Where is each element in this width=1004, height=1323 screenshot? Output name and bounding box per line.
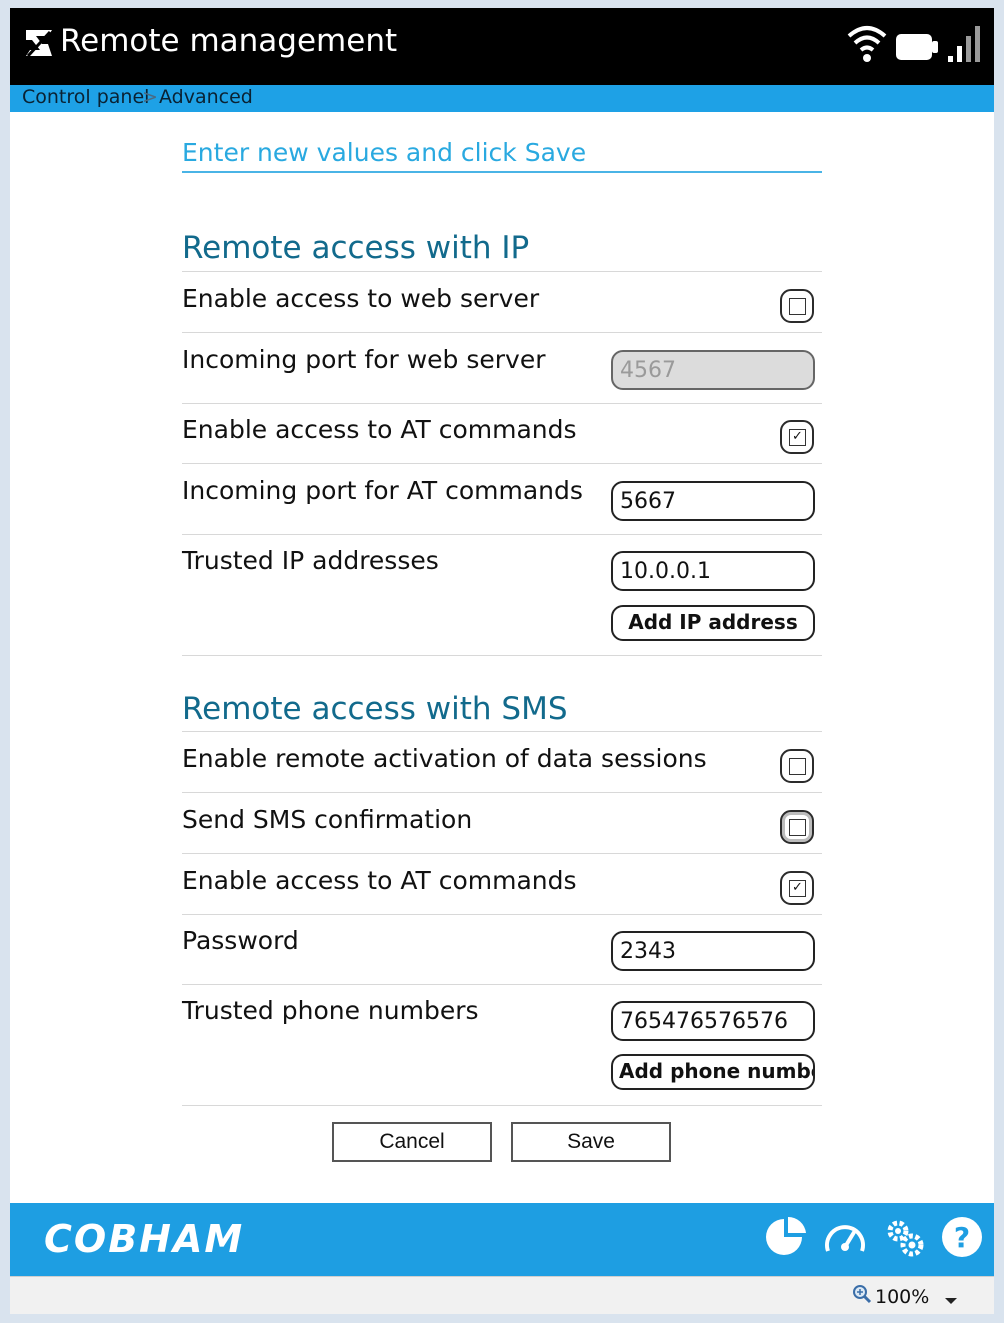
checkmark-icon: ✓ [789, 429, 806, 446]
wifi-icon [846, 22, 888, 68]
trusted-ip-input[interactable]: 10.0.0.1 [611, 551, 815, 591]
sms-confirm-checkbox[interactable] [780, 810, 814, 844]
web-port-input[interactable]: 4567 [611, 350, 815, 390]
breadcrumb-control-panel[interactable]: Control panel [22, 86, 149, 108]
checkbox-box [789, 758, 806, 775]
divider [182, 463, 822, 464]
status-bar: 100% [10, 1276, 994, 1314]
speedometer-icon[interactable] [822, 1215, 868, 1263]
divider [182, 1105, 822, 1106]
enable-at-ip-checkbox[interactable]: ✓ [780, 420, 814, 454]
trusted-phone-input[interactable]: 765476576576 [611, 1001, 815, 1041]
add-ip-address-button[interactable]: Add IP address [611, 605, 815, 641]
cancel-button[interactable]: Cancel [332, 1122, 492, 1162]
settings-icon[interactable] [882, 1215, 926, 1263]
footer-icons: ? [764, 1215, 984, 1263]
at-port-input[interactable]: 5667 [611, 481, 815, 521]
save-button[interactable]: Save [511, 1122, 671, 1162]
password-label: Password [182, 926, 299, 955]
enable-data-label: Enable remote activation of data session… [182, 744, 707, 773]
dropdown-icon[interactable] [944, 1290, 958, 1309]
zoom-level: 100% [875, 1285, 930, 1308]
app-frame: Remote management Control panel > Advanc… [10, 8, 994, 1314]
app-icon [22, 26, 56, 64]
divider [182, 655, 822, 656]
zoom-control[interactable]: 100% [852, 1284, 929, 1309]
status-icons [846, 22, 982, 68]
intro-text: Enter new values and click Save [182, 138, 822, 173]
divider [182, 984, 822, 985]
window-title: Remote management [60, 23, 398, 59]
enable-web-label: Enable access to web server [182, 284, 540, 313]
at-port-label: Incoming port for AT commands [182, 476, 583, 505]
divider [182, 332, 822, 333]
divider [182, 792, 822, 793]
battery-icon [894, 30, 940, 68]
trusted-phone-label: Trusted phone numbers [182, 996, 479, 1025]
svg-text:?: ? [954, 1221, 970, 1254]
brand-logo: COBHAM [44, 1217, 245, 1261]
breadcrumb-separator: > [142, 86, 158, 108]
enable-at-ip-label: Enable access to AT commands [182, 415, 577, 444]
divider [182, 853, 822, 854]
password-input[interactable]: 2343 [611, 931, 815, 971]
trusted-ip-label: Trusted IP addresses [182, 546, 439, 575]
enable-at-sms-label: Enable access to AT commands [182, 866, 577, 895]
breadcrumb-advanced: Advanced [159, 86, 253, 108]
breadcrumb: Control panel > Advanced [10, 85, 994, 112]
divider [182, 731, 822, 732]
enable-data-checkbox[interactable] [780, 749, 814, 783]
divider [182, 914, 822, 915]
web-port-label: Incoming port for web server [182, 345, 546, 374]
checkmark-icon: ✓ [789, 880, 806, 897]
signal-icon [946, 24, 982, 68]
enable-web-checkbox[interactable] [780, 289, 814, 323]
add-phone-number-button[interactable]: Add phone number [611, 1054, 815, 1090]
footer-bar: COBHAM ? [10, 1203, 994, 1276]
divider [182, 534, 822, 535]
divider [182, 403, 822, 404]
enable-at-sms-checkbox[interactable]: ✓ [780, 871, 814, 905]
zoom-icon [852, 1284, 872, 1309]
sms-confirm-label: Send SMS confirmation [182, 805, 473, 834]
title-bar: Remote management [10, 8, 994, 85]
divider [182, 271, 822, 272]
section-title-ip: Remote access with IP [182, 230, 530, 266]
section-title-sms: Remote access with SMS [182, 691, 568, 727]
checkbox-box [789, 298, 806, 315]
pie-chart-icon[interactable] [764, 1215, 808, 1263]
help-icon[interactable]: ? [940, 1215, 984, 1263]
checkbox-box [789, 819, 806, 836]
